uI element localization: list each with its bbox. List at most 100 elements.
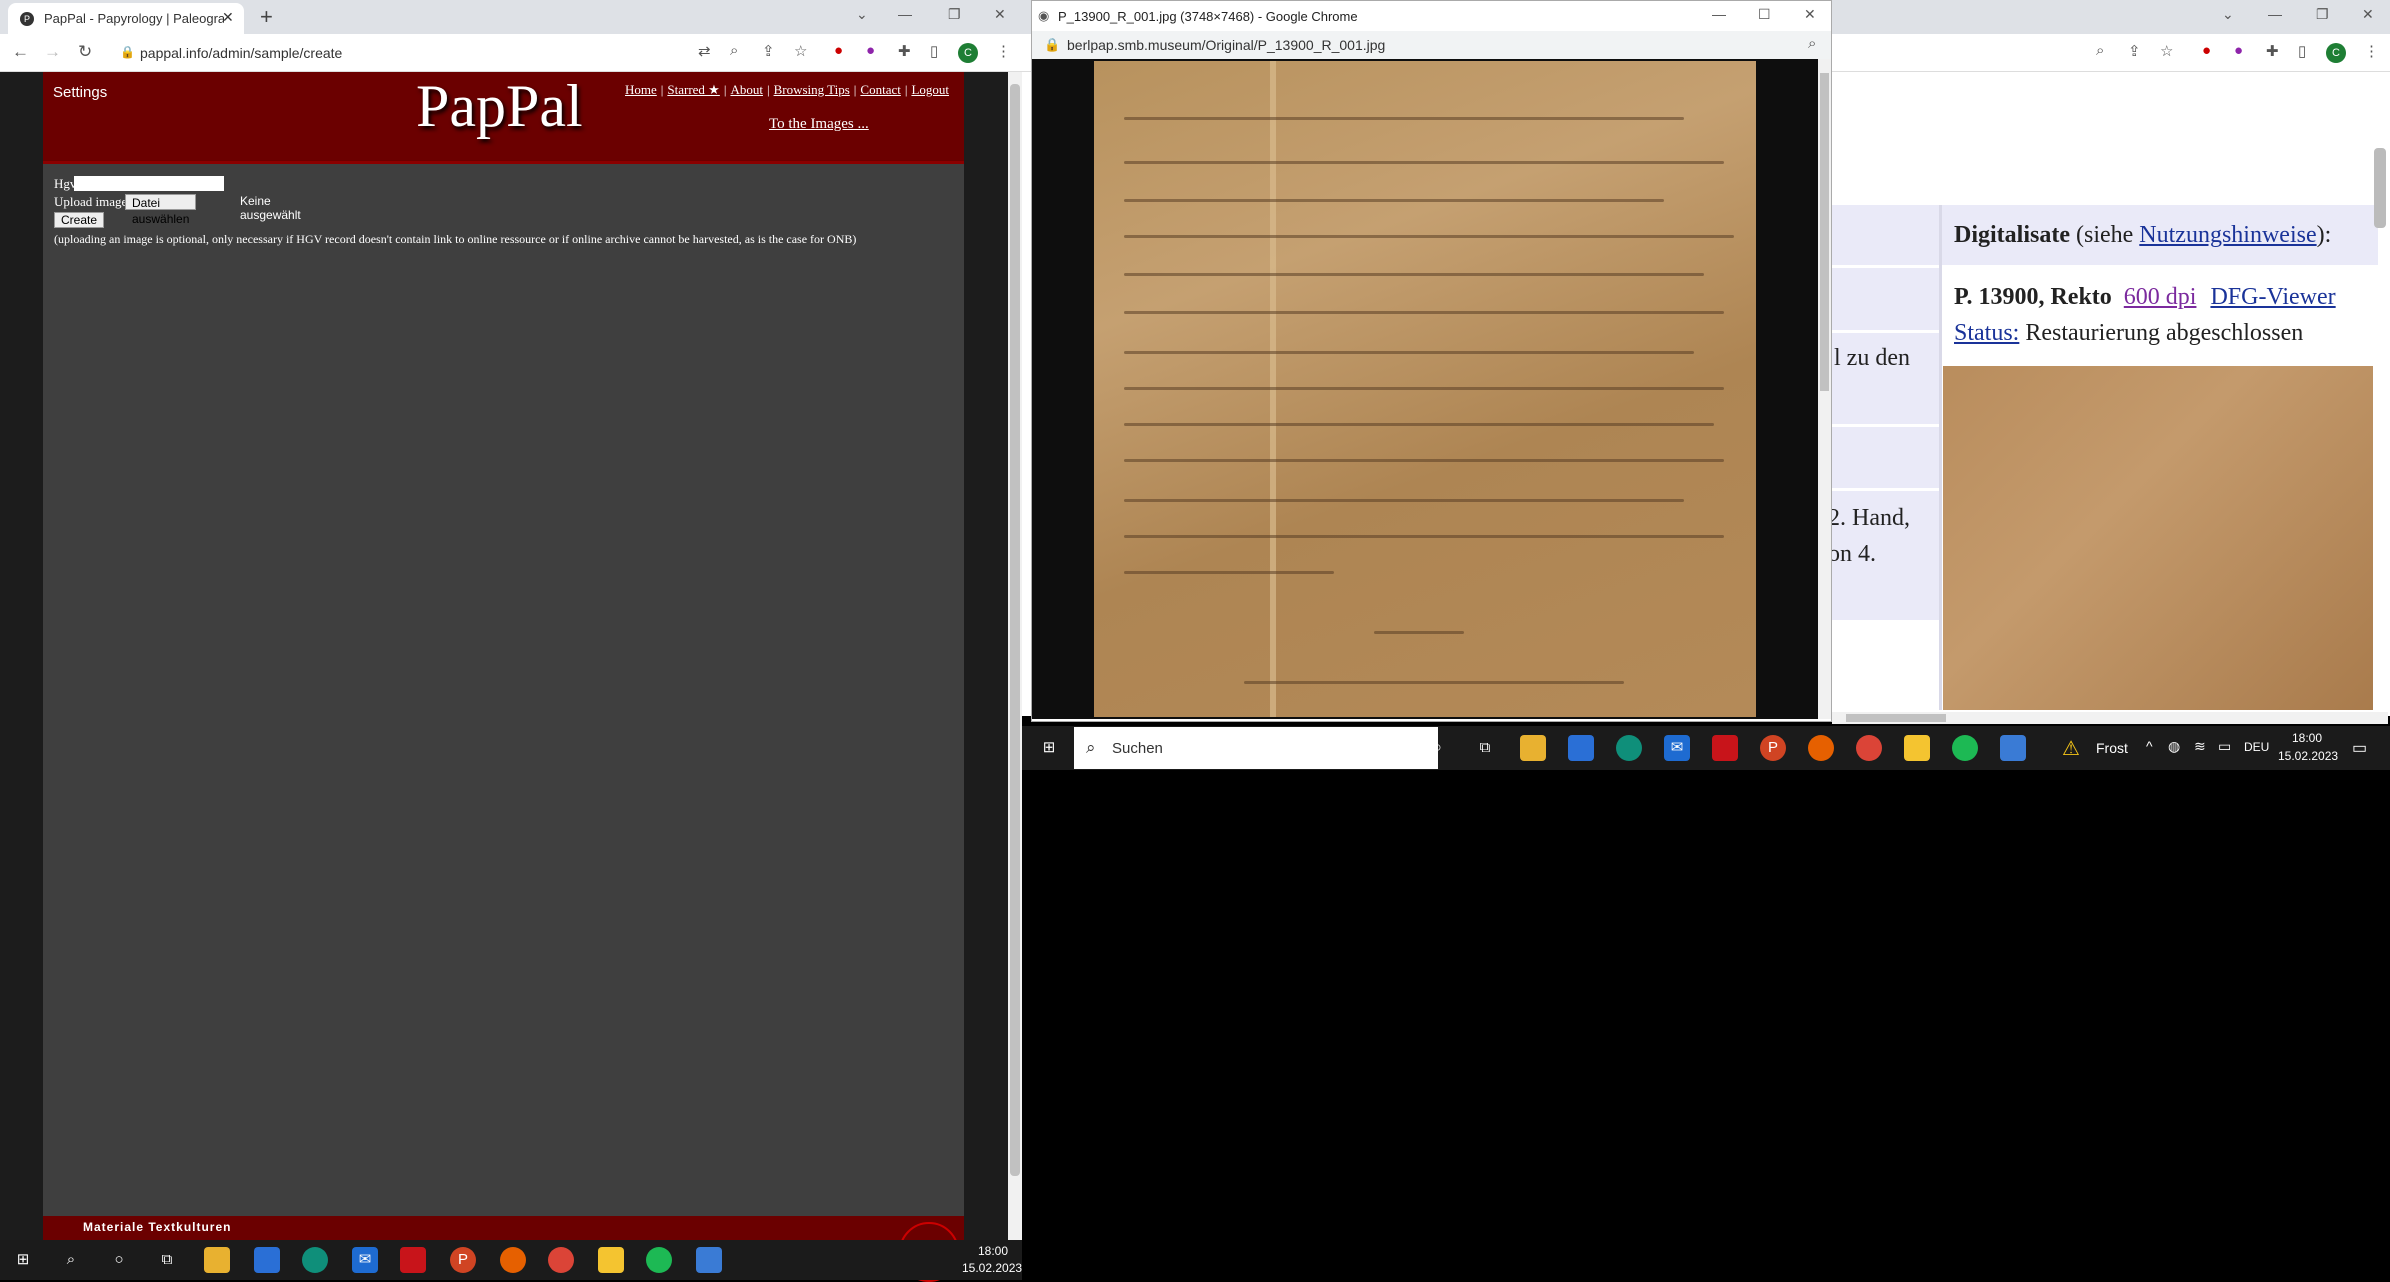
store-icon[interactable] (254, 1247, 280, 1273)
reload-icon[interactable]: ↻ (78, 42, 92, 62)
page-scrollbar-thumb[interactable] (1010, 84, 1020, 1176)
nav-home[interactable]: Home (625, 82, 657, 97)
dfg-viewer-link[interactable]: DFG-Viewer (2210, 284, 2335, 310)
popup-maximize-icon[interactable]: ☐ (1758, 6, 1771, 23)
menu-icon[interactable]: ⋮ (996, 42, 1011, 60)
file-explorer-icon[interactable] (204, 1247, 230, 1273)
tray-network-icon[interactable]: ◍ (2168, 738, 2180, 755)
tray-language[interactable]: DEU (2244, 740, 2269, 754)
new-tab-icon[interactable]: + (260, 4, 273, 30)
weather-warning-icon[interactable]: ⚠ (2062, 736, 2080, 761)
right-spotify-icon[interactable] (1952, 735, 1978, 761)
to-images-link[interactable]: To the Images ... (769, 116, 869, 133)
popup-address-bar[interactable]: 🔒 berlpap.smb.museum/Original/P_13900_R_… (1032, 31, 1831, 59)
right-menu-icon[interactable]: ⋮ (2364, 42, 2379, 60)
nutzungshinweise-link[interactable]: Nutzungshinweise (2139, 222, 2316, 248)
right-sidepanel-icon[interactable]: ▯ (2298, 42, 2306, 60)
profile-avatar[interactable]: C (958, 43, 978, 63)
sticky-icon[interactable] (598, 1247, 624, 1273)
papyrus-image[interactable] (1094, 61, 1756, 717)
search-icon[interactable]: ⌕ (58, 1247, 84, 1273)
notification-icon[interactable]: ▭ (2352, 738, 2367, 758)
right-start-icon[interactable]: ⊞ (1036, 735, 1062, 761)
right-share-icon[interactable]: ⇪ (2128, 42, 2141, 60)
taskbar-search-box[interactable]: ⌕ Suchen (1074, 727, 1438, 769)
papyrus-thumbnail-image[interactable] (1943, 366, 2373, 710)
share-icon[interactable]: ⇪ (762, 42, 775, 60)
right-mail-icon[interactable]: ✉ (1664, 735, 1690, 761)
right-clock-date[interactable]: 15.02.2023 (2278, 749, 2338, 763)
forward-icon[interactable]: → (44, 42, 61, 62)
task-view-icon[interactable]: ⧉ (154, 1247, 180, 1273)
minimize-icon[interactable]: — (898, 6, 912, 22)
windows-start-icon[interactable]: ⊞ (10, 1247, 36, 1273)
bookmark-star-icon[interactable]: ☆ (794, 42, 807, 60)
mail-icon[interactable]: ✉ (352, 1247, 378, 1273)
right-explorer-icon[interactable] (1520, 735, 1546, 761)
acrobat-icon[interactable] (400, 1247, 426, 1273)
right-scrollbar-thumb[interactable] (2374, 148, 2386, 228)
cortana-icon[interactable]: ○ (106, 1247, 132, 1273)
translate-icon[interactable]: ⇄ (698, 42, 711, 60)
right-minimize-icon[interactable]: — (2268, 6, 2282, 22)
firefox-icon[interactable] (500, 1247, 526, 1273)
settings-link[interactable]: Settings (53, 84, 107, 101)
dpi-link[interactable]: 600 dpi (2124, 284, 2197, 310)
chrome-icon[interactable] (548, 1247, 574, 1273)
right-acrobat-icon[interactable] (1712, 735, 1738, 761)
edge-icon[interactable] (302, 1247, 328, 1273)
right-taskview-icon[interactable]: ⧉ (1472, 735, 1498, 761)
file-choose-button[interactable]: Datei auswählen (125, 194, 197, 226)
extension-purple-icon[interactable]: ● (866, 42, 875, 59)
right-puzzle-icon[interactable]: ✚ (2266, 42, 2279, 60)
zoom-icon[interactable]: ⌕ (730, 42, 738, 59)
right-firefox-icon[interactable] (1808, 735, 1834, 761)
popup-zoom-icon[interactable]: ⌕ (1808, 35, 1816, 52)
nav-starred[interactable]: Starred ★ (667, 82, 719, 97)
nav-about[interactable]: About (730, 82, 763, 97)
right-restore-icon[interactable]: ❐ (2316, 6, 2329, 23)
right-chrome-icon[interactable] (1856, 735, 1882, 761)
tray-battery-icon[interactable]: ▭ (2218, 738, 2231, 755)
extensions-puzzle-icon[interactable]: ✚ (898, 42, 911, 60)
right-store-icon[interactable] (1568, 735, 1594, 761)
powerpoint-icon[interactable]: P (450, 1247, 476, 1273)
right-ext-red-icon[interactable]: ● (2202, 42, 2211, 59)
nav-contact[interactable]: Contact (860, 82, 900, 97)
spotify-icon[interactable] (646, 1247, 672, 1273)
right-sticky-icon[interactable] (1904, 735, 1930, 761)
restore-icon[interactable]: ❐ (948, 6, 961, 23)
tab-pappal[interactable]: P PapPal - Papyrology | Paleography ✕ (8, 3, 244, 34)
right-cortana-icon[interactable]: ○ (1424, 735, 1450, 761)
status-link[interactable]: Status: (1954, 320, 2019, 346)
photos-icon[interactable] (696, 1247, 722, 1273)
tray-wifi-icon[interactable]: ≋ (2194, 738, 2206, 755)
right-clock-time[interactable]: 18:00 (2292, 731, 2322, 745)
right-star-icon[interactable]: ☆ (2160, 42, 2173, 60)
side-panel-icon[interactable]: ▯ (930, 42, 938, 60)
pappal-logo[interactable]: PapPal (416, 72, 583, 141)
popup-minimize-icon[interactable]: — (1712, 6, 1726, 22)
weather-text[interactable]: Frost (2096, 740, 2128, 756)
right-profile-avatar[interactable]: C (2326, 43, 2346, 63)
tab-search-icon[interactable]: ⌄ (856, 6, 868, 23)
right-powerpoint-icon[interactable]: P (1760, 735, 1786, 761)
close-window-icon[interactable]: ✕ (994, 6, 1006, 23)
right-tab-search-icon[interactable]: ⌄ (2222, 6, 2234, 23)
popup-close-icon[interactable]: ✕ (1804, 6, 1816, 23)
tray-chevron-icon[interactable]: ^ (2146, 738, 2153, 754)
right-close-icon[interactable]: ✕ (2362, 6, 2374, 23)
right-edge-icon[interactable] (1616, 735, 1642, 761)
right-zoom-icon[interactable]: ⌕ (2096, 42, 2104, 59)
back-icon[interactable]: ← (12, 42, 29, 62)
right-ext-purple-icon[interactable]: ● (2234, 42, 2243, 59)
nav-browsing-tips[interactable]: Browsing Tips (774, 82, 850, 97)
create-button[interactable]: Create (54, 212, 105, 228)
nav-logout[interactable]: Logout (911, 82, 949, 97)
url-box[interactable]: 🔒 pappal.info/admin/sample/create (112, 40, 692, 66)
popup-scrollbar-thumb[interactable] (1820, 73, 1829, 391)
hgv-input[interactable] (74, 176, 224, 191)
right-photos-icon[interactable] (2000, 735, 2026, 761)
right-hscroll-thumb[interactable] (1846, 714, 1946, 722)
extension-red-icon[interactable]: ● (834, 42, 843, 59)
